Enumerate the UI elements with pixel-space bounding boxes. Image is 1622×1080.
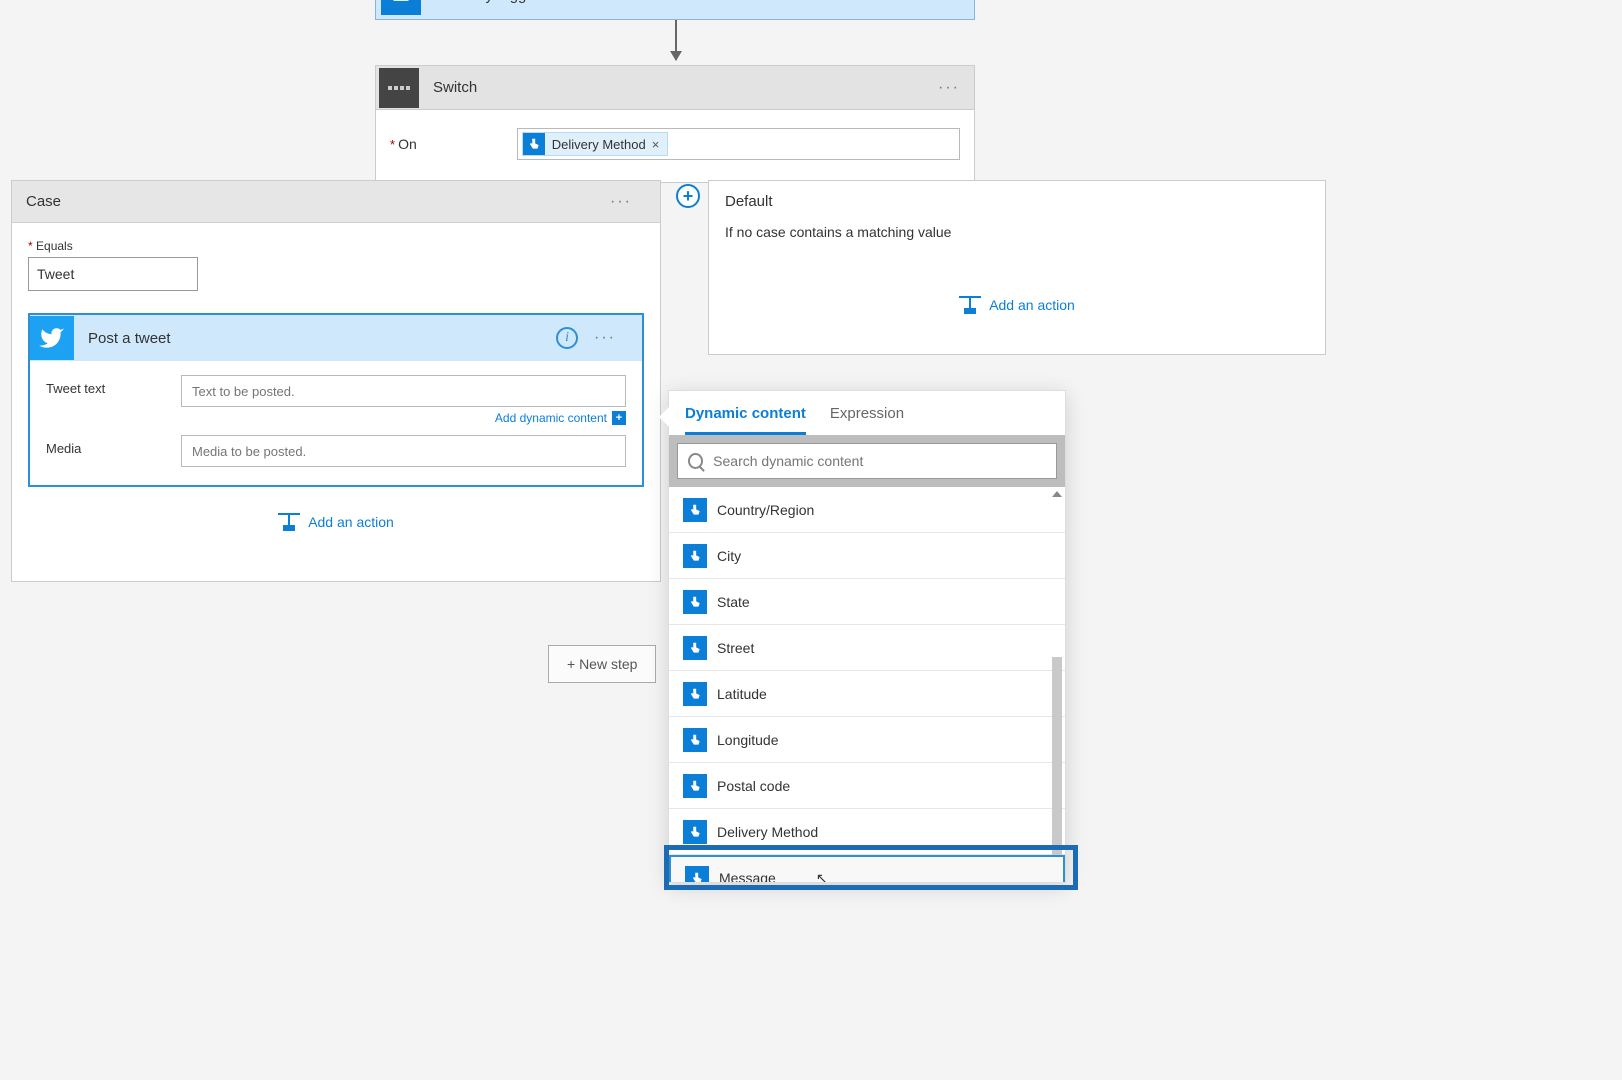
media-label: Media [46,435,181,456]
plus-icon: + [612,411,626,425]
item-label: City [717,548,741,564]
info-icon[interactable]: i [556,327,578,349]
hand-tap-icon [683,636,707,660]
hand-tap-icon [683,498,707,522]
item-label: Latitude [717,686,767,702]
trigger-card[interactable]: Manually trigger a flow [375,0,975,20]
item-label: Street [717,640,754,656]
switch-title: Switch [433,79,477,96]
required-asterisk: * [390,137,395,152]
item-label: Message [719,870,776,882]
trigger-title: Manually trigger a flow [433,0,583,4]
tweet-text-input[interactable] [181,375,626,407]
hand-tap-icon [683,682,707,706]
dynamic-item-latitude[interactable]: Latitude [669,671,1065,717]
tab-expression[interactable]: Expression [830,405,904,435]
dynamic-item-message[interactable]: Message ↖ [669,855,1065,882]
cursor-icon: ↖ [816,870,828,883]
default-title: Default [725,193,1309,210]
search-icon [688,453,703,469]
search-input[interactable] [713,453,1046,469]
switch-menu-button[interactable]: ··· [938,79,960,97]
dynamic-item-state[interactable]: State [669,579,1065,625]
switch-card: Switch ··· * On Delivery Method × [375,65,975,183]
hand-tap-icon [685,866,709,882]
media-input[interactable] [181,435,626,467]
hand-tap-icon [523,133,545,155]
trigger-icon [381,0,421,15]
default-add-action-button[interactable]: Add an action [725,260,1309,332]
case-title: Case [26,193,61,210]
default-desc: If no case contains a matching value [725,224,1309,240]
on-token: Delivery Method × [522,132,669,156]
case-card: Case ··· * Equals Tweet Post a tweet i ·… [11,180,661,582]
twitter-icon [30,316,74,360]
switch-header[interactable]: Switch ··· [376,66,974,110]
dynamic-content-search[interactable] [677,443,1057,479]
hand-tap-icon [683,728,707,752]
case-menu-button[interactable]: ··· [610,193,632,211]
on-label: On [398,136,417,152]
remove-token-button[interactable]: × [652,137,660,152]
dynamic-item-city[interactable]: City [669,533,1065,579]
item-label: Longitude [717,732,779,748]
equals-label: * Equals [28,239,644,253]
dynamic-content-flyout: Dynamic content Expression Country/Regio… [668,390,1066,883]
hand-tap-icon [683,544,707,568]
dynamic-item-longitude[interactable]: Longitude [669,717,1065,763]
hand-tap-icon [683,820,707,844]
tweet-text-label: Tweet text [46,375,181,396]
dynamic-item-delivery-method[interactable]: Delivery Method [669,809,1065,855]
case-header[interactable]: Case ··· [12,181,660,223]
add-action-icon [278,513,300,531]
case-add-action-button[interactable]: Add an action [28,487,644,557]
arrow-icon [675,20,677,60]
hand-tap-icon [683,774,707,798]
dynamic-item-country-region[interactable]: Country/Region [669,487,1065,533]
new-step-button[interactable]: + New step [548,645,656,683]
dynamic-content-list: Country/Region City State Street Latitude Lon… [669,487,1065,882]
add-action-icon [959,296,981,314]
switch-on-input[interactable]: Delivery Method × [517,128,960,160]
on-token-label: Delivery Method [552,137,646,152]
item-label: Country/Region [717,502,814,518]
item-label: Postal code [717,778,790,794]
default-card: Default If no case contains a matching v… [708,180,1326,355]
equals-input[interactable]: Tweet [28,257,198,291]
tab-dynamic-content[interactable]: Dynamic content [685,405,806,435]
item-label: Delivery Method [717,824,818,840]
scrollbar[interactable] [1051,487,1063,882]
action-title: Post a tweet [88,330,171,347]
dynamic-item-street[interactable]: Street [669,625,1065,671]
item-label: State [717,594,750,610]
post-tweet-action: Post a tweet i ··· Tweet text Add dynami… [28,313,644,487]
add-dynamic-content-link[interactable]: Add dynamic content + [46,411,626,425]
action-header[interactable]: Post a tweet i ··· [30,315,642,361]
add-case-button[interactable]: + [676,184,700,208]
action-menu-button[interactable]: ··· [594,329,616,347]
dynamic-item-postal-code[interactable]: Postal code [669,763,1065,809]
hand-tap-icon [683,590,707,614]
switch-icon [379,68,419,108]
